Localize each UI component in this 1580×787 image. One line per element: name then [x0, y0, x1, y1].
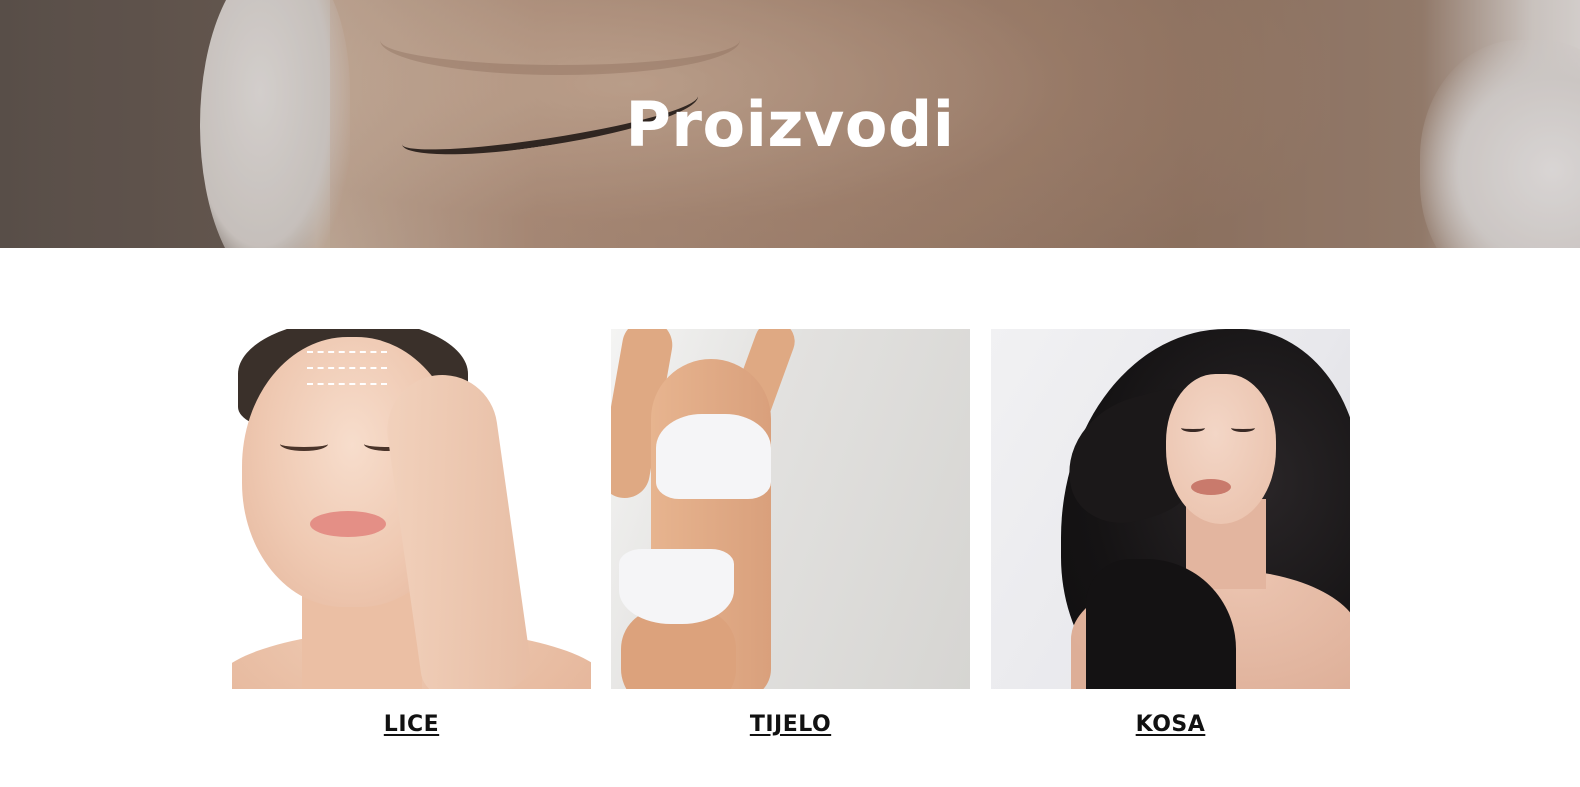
category-link-tijelo[interactable]: TIJELO [611, 712, 970, 737]
arrow-icon [307, 367, 387, 377]
category-link-lice[interactable]: LICE [232, 712, 591, 737]
category-image-kosa[interactable] [991, 329, 1350, 689]
hero-banner: Proizvodi [0, 0, 1580, 248]
page-title: Proizvodi [625, 88, 955, 161]
category-card-tijelo: TIJELO [611, 329, 970, 737]
category-card-lice: LICE [232, 329, 591, 737]
category-image-lice[interactable] [232, 329, 591, 689]
category-link-kosa[interactable]: KOSA [991, 712, 1350, 737]
category-image-tijelo[interactable] [611, 329, 970, 689]
arrow-icon [307, 383, 387, 393]
category-card-kosa: KOSA [991, 329, 1350, 737]
arrow-icon [307, 351, 387, 361]
category-grid: LICE TIJELO KOSA [232, 329, 1352, 749]
